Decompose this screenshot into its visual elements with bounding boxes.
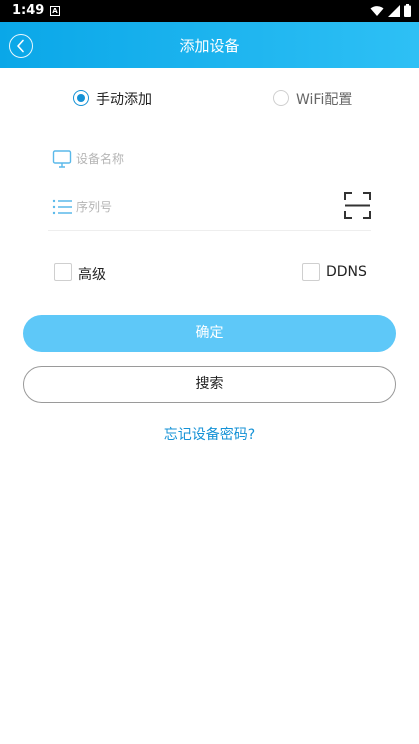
status-time: 1:49: [12, 3, 45, 18]
advanced-checkbox[interactable]: [54, 263, 72, 281]
page-title: 添加设备: [179, 37, 240, 55]
confirm-button[interactable]: 确定: [23, 315, 396, 352]
advanced-label[interactable]: 高级: [78, 264, 106, 284]
manual-add-label[interactable]: 手动添加: [96, 89, 152, 109]
status-icons: [370, 4, 411, 17]
wifi-config-radio[interactable]: [273, 90, 289, 106]
battery-icon: [404, 4, 411, 17]
wifi-icon: [370, 5, 384, 16]
forgot-password-link[interactable]: 忘记设备密码?: [0, 424, 419, 444]
add-mode-selector: 手动添加 WiFi配置: [0, 88, 419, 108]
scan-qr-icon[interactable]: [344, 192, 371, 219]
device-name-field: [48, 139, 371, 179]
search-button[interactable]: 搜索: [23, 366, 396, 403]
ddns-label[interactable]: DDNS: [326, 264, 367, 280]
notification-icon: A: [50, 6, 60, 16]
list-icon: [52, 199, 72, 215]
status-bar: 1:49 A: [0, 0, 419, 22]
device-name-input[interactable]: [76, 147, 336, 171]
field-divider: [48, 230, 371, 231]
manual-add-radio[interactable]: [73, 90, 89, 106]
serial-number-field: [48, 187, 371, 227]
app-header: 添加设备: [0, 22, 419, 68]
monitor-icon: [52, 150, 72, 168]
signal-icon: [388, 4, 400, 17]
serial-number-input[interactable]: [76, 195, 336, 219]
ddns-checkbox[interactable]: [302, 263, 320, 281]
options-row: 高级 DDNS: [0, 262, 419, 284]
wifi-config-label[interactable]: WiFi配置: [296, 89, 352, 109]
